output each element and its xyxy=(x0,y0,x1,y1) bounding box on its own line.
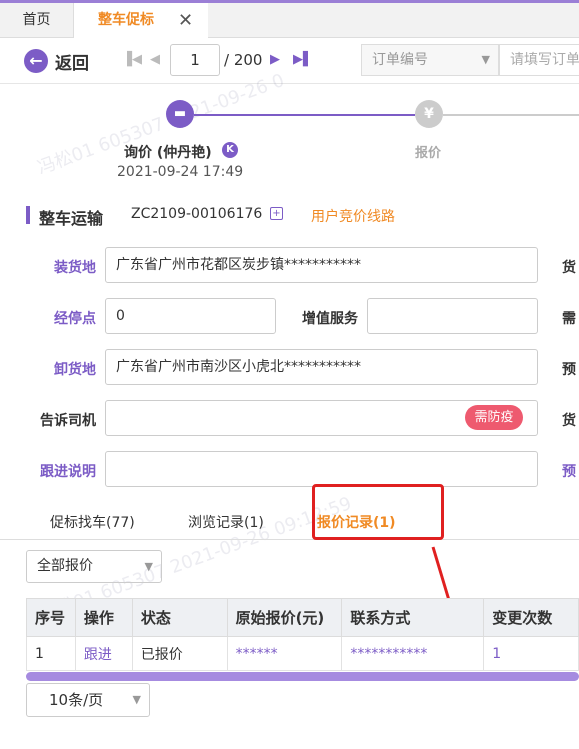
step-inquiry-time: 2021-09-24 17:49 xyxy=(117,164,244,180)
cut-label: 预 xyxy=(562,464,576,480)
cell-changes[interactable]: 1 xyxy=(483,636,579,671)
quote-filter-label: 全部报价 xyxy=(37,558,93,574)
tab-home[interactable]: 首页 xyxy=(0,3,74,38)
close-icon[interactable]: ✕ xyxy=(178,3,193,38)
unload-address-field[interactable]: 广东省广州市南沙区小虎北*********** xyxy=(105,349,538,385)
stop-count-field[interactable]: 0 xyxy=(105,298,276,334)
stop-label: 经停点 xyxy=(54,311,96,327)
follow-note-label: 跟进说明 xyxy=(40,464,96,480)
last-page-icon[interactable]: ▶▌ xyxy=(293,52,313,67)
progress-steps: ▬ ¥ 询价 (仲丹艳) K 2021-09-24 17:49 报价 xyxy=(0,88,579,188)
cut-label: 货 xyxy=(562,260,576,276)
chevron-down-icon: ▼ xyxy=(144,560,153,573)
back-button[interactable]: 返回 xyxy=(55,49,89,74)
step-connector xyxy=(443,114,579,116)
col-header-index: 序号 xyxy=(26,598,76,637)
cell-index: 1 xyxy=(26,636,76,671)
tab-browse-records[interactable]: 浏览记录(1) xyxy=(188,512,264,532)
first-page-icon[interactable]: ▐◀ xyxy=(122,52,142,67)
quote-filter-select[interactable]: 全部报价 ▼ xyxy=(26,550,162,583)
col-header-changes: 变更次数 xyxy=(483,598,579,637)
cut-label: 预 xyxy=(562,362,576,378)
order-field-select[interactable]: 订单编号 ▼ xyxy=(361,44,499,76)
page-size-label: 10条/页 xyxy=(49,691,104,709)
yen-icon: ¥ xyxy=(415,100,443,128)
prev-page-icon[interactable]: ◀ xyxy=(150,52,160,67)
driver-note-label: 告诉司机 xyxy=(40,413,96,429)
table-header-row: 序号 操作 状态 原始报价(元) 联系方式 变更次数 xyxy=(26,598,579,637)
step-inquiry-label: 询价 (仲丹艳) xyxy=(124,145,212,161)
section-accent-bar xyxy=(26,206,30,224)
follow-note-field[interactable] xyxy=(105,451,538,487)
horizontal-scrollbar[interactable] xyxy=(26,672,579,681)
order-field-select-label: 订单编号 xyxy=(372,52,428,68)
chevron-down-icon: ▼ xyxy=(481,53,490,66)
cell-status: 已报价 xyxy=(131,636,228,671)
copy-icon[interactable]: + xyxy=(270,207,283,220)
quote-table: 序号 操作 状态 原始报价(元) 联系方式 变更次数 1 跟进 已报价 ****… xyxy=(26,598,579,671)
vas-field[interactable] xyxy=(367,298,538,334)
page-total: / 200 xyxy=(224,51,263,69)
section-title: 整车运输 xyxy=(39,209,104,228)
back-arrow-icon[interactable]: ← xyxy=(24,49,48,73)
order-number: ZC2109-00106176 xyxy=(131,206,263,222)
epidemic-tag[interactable]: 需防疫 xyxy=(465,405,523,430)
cut-label: 需 xyxy=(562,311,576,327)
unload-label: 卸货地 xyxy=(54,362,96,378)
search-input[interactable]: 请填写订单 xyxy=(499,44,579,76)
load-label: 装货地 xyxy=(54,260,96,276)
k-badge-icon: K xyxy=(222,142,238,158)
chevron-down-icon: ▼ xyxy=(132,693,141,706)
record-tabs: 促标找车(77) 浏览记录(1) 报价记录(1) xyxy=(0,500,579,540)
page-size-select[interactable]: 10条/页 ▼ xyxy=(26,683,150,717)
cell-contact[interactable]: *********** xyxy=(341,636,485,671)
vas-label: 增值服务 xyxy=(302,311,358,327)
page-number-input[interactable]: 1 xyxy=(170,44,220,76)
load-address-field[interactable]: 广东省广州市花都区炭步镇*********** xyxy=(105,247,538,283)
tab-bidding[interactable]: 促标找车(77) xyxy=(50,512,135,532)
follow-up-link[interactable]: 跟进 xyxy=(74,636,133,671)
col-header-price: 原始报价(元) xyxy=(226,598,343,637)
col-header-action: 操作 xyxy=(74,598,133,637)
tab-active-label: 整车促标 xyxy=(98,12,154,28)
chat-icon: ▬ xyxy=(166,100,194,128)
col-header-status: 状态 xyxy=(131,598,228,637)
step-quote-label: 报价 xyxy=(415,146,442,161)
cell-price[interactable]: ****** xyxy=(226,636,343,671)
highlight-annotation xyxy=(312,484,444,540)
cut-label: 货 xyxy=(562,413,576,429)
tab-bar: 首页 整车促标 ✕ xyxy=(0,0,579,38)
route-link[interactable]: 用户竞价线路 xyxy=(311,206,395,226)
tab-active[interactable]: 整车促标 ✕ xyxy=(74,3,208,38)
step-connector xyxy=(194,114,415,116)
table-row: 1 跟进 已报价 ****** *********** 1 xyxy=(26,636,579,671)
col-header-contact: 联系方式 xyxy=(341,598,485,637)
toolbar: ← 返回 ▐◀ ◀ 1 / 200 ▶ ▶▌ 订单编号 ▼ 请填写订单 xyxy=(0,38,579,84)
next-page-icon[interactable]: ▶ xyxy=(270,52,280,67)
